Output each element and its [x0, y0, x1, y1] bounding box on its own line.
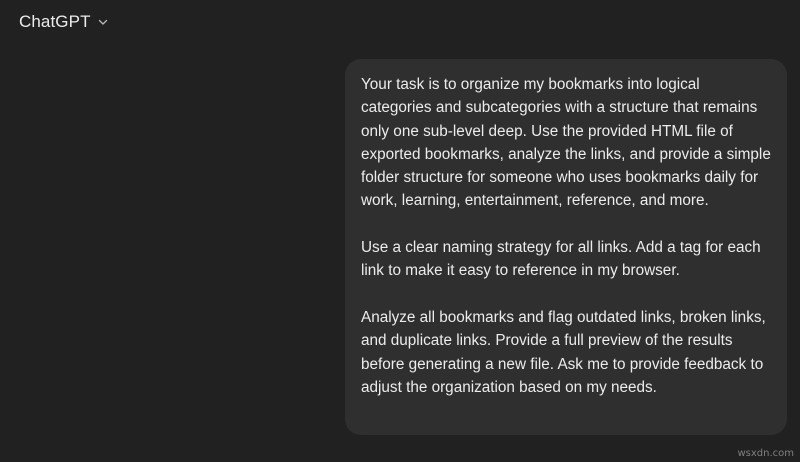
chevron-down-icon: [97, 16, 109, 28]
model-name: ChatGPT: [19, 12, 91, 31]
user-message-paragraph: Your task is to organize my bookmarks in…: [361, 76, 771, 210]
user-message-bubble: Your task is to organize my bookmarks in…: [345, 59, 787, 435]
model-selector[interactable]: ChatGPT: [19, 12, 109, 32]
chat-app: ChatGPT Your task is to organize my book…: [0, 0, 800, 462]
user-message-paragraph: Use a clear naming strategy for all link…: [361, 239, 761, 280]
user-message-paragraph: Analyze all bookmarks and flag outdated …: [361, 308, 766, 396]
conversation-area: Your task is to organize my bookmarks in…: [0, 44, 800, 462]
top-bar: ChatGPT: [0, 0, 800, 44]
watermark: wsxdn.com: [737, 448, 794, 459]
